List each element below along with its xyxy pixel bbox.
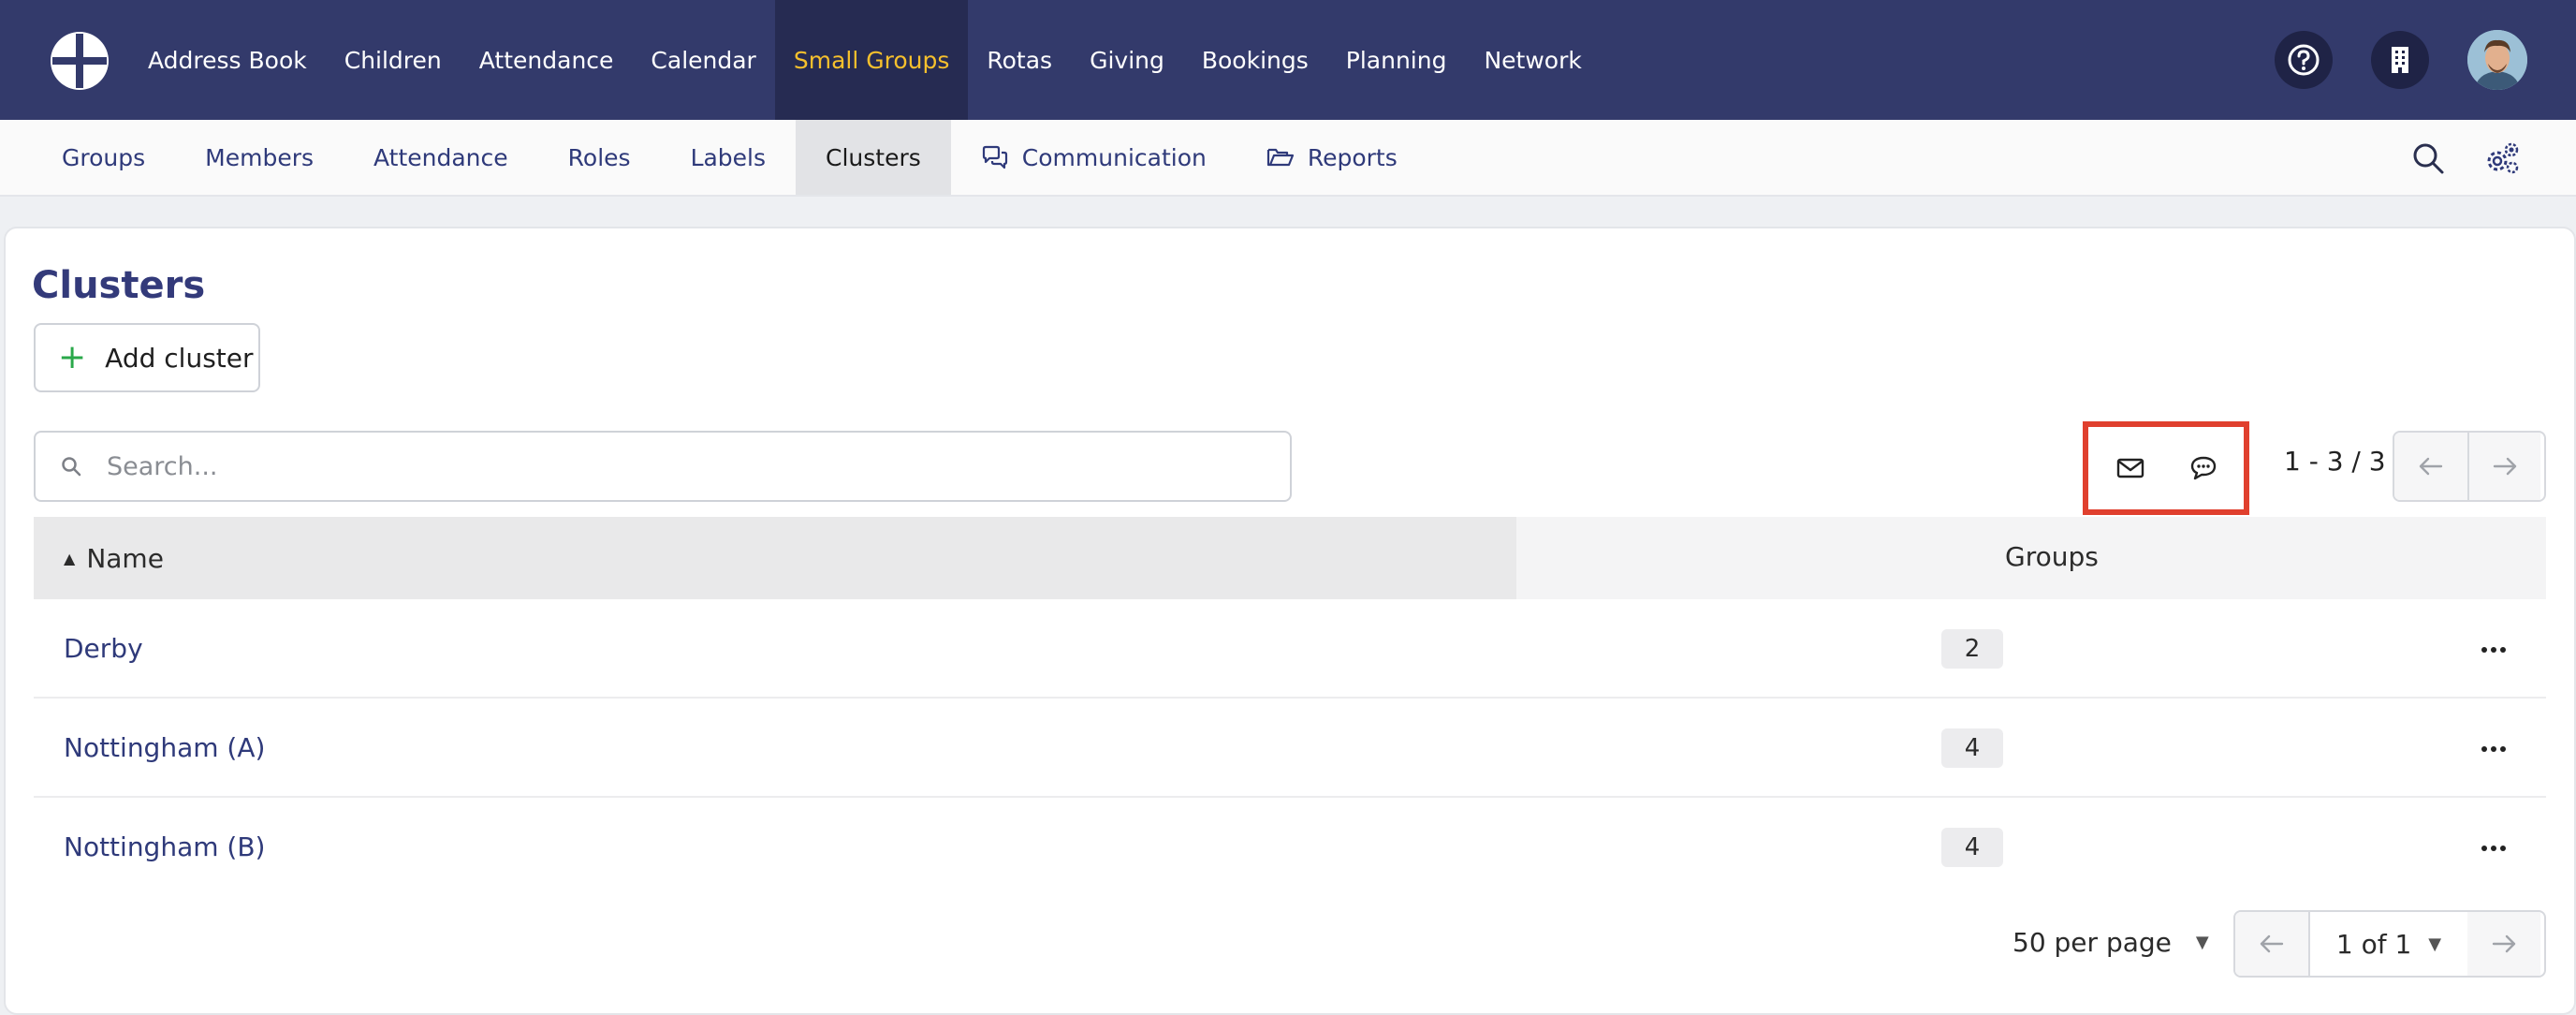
organisation-button[interactable] bbox=[2371, 31, 2429, 89]
nav-item-calendar[interactable]: Calendar bbox=[632, 0, 774, 120]
nav-item-bookings[interactable]: Bookings bbox=[1183, 0, 1327, 120]
row-actions-button[interactable] bbox=[2471, 627, 2516, 672]
settings-gears-icon bbox=[2487, 142, 2519, 174]
ellipsis-icon bbox=[2481, 746, 2506, 752]
sub-navigation-bar: Groups Members Attendance Roles Labels C… bbox=[0, 120, 2576, 197]
page-title: Clusters bbox=[32, 264, 206, 307]
next-page-button[interactable] bbox=[2467, 912, 2540, 976]
arrow-left-icon bbox=[2419, 457, 2443, 476]
nav-item-address-book[interactable]: Address Book bbox=[129, 0, 326, 120]
plus-icon: + bbox=[58, 338, 87, 376]
add-cluster-button[interactable]: + Add cluster bbox=[34, 323, 260, 392]
caret-down-icon: ▼ bbox=[2195, 933, 2209, 952]
table-row: Nottingham (A) 4 bbox=[34, 699, 2546, 798]
building-icon bbox=[2392, 47, 2408, 73]
nav-item-small-groups[interactable]: Small Groups bbox=[774, 0, 969, 120]
column-header-groups[interactable]: Groups bbox=[2005, 541, 2099, 572]
row-actions-button[interactable] bbox=[2471, 826, 2516, 871]
groups-count-badge: 2 bbox=[1941, 629, 2003, 669]
help-button[interactable] bbox=[2275, 31, 2333, 89]
search-input[interactable] bbox=[107, 451, 1230, 481]
bottom-pager: 1 of 1 ▼ bbox=[2233, 910, 2546, 978]
tab-reports-label: Reports bbox=[1307, 143, 1398, 171]
table-header: ▲ Name Groups bbox=[34, 517, 2546, 599]
tab-roles[interactable]: Roles bbox=[538, 120, 661, 195]
row-actions-button[interactable] bbox=[2471, 727, 2516, 772]
tab-communication[interactable]: Communication bbox=[951, 120, 1237, 195]
table-row: Nottingham (B) 4 bbox=[34, 798, 2546, 897]
cluster-name-link[interactable]: Nottingham (B) bbox=[64, 831, 265, 862]
nav-item-giving[interactable]: Giving bbox=[1071, 0, 1183, 120]
chat-bubble-icon bbox=[2190, 456, 2217, 480]
per-page-select[interactable]: 50 per page ▼ bbox=[2012, 927, 2209, 958]
groups-count-badge: 4 bbox=[1941, 828, 2003, 867]
ellipsis-icon bbox=[2481, 846, 2506, 851]
help-icon bbox=[2288, 44, 2320, 76]
cluster-name-link[interactable]: Derby bbox=[64, 633, 143, 664]
arrow-left-icon bbox=[2260, 934, 2284, 953]
sort-ascending-icon: ▲ bbox=[64, 549, 76, 567]
cluster-name-link[interactable]: Nottingham (A) bbox=[64, 732, 265, 763]
arrow-right-icon bbox=[2492, 934, 2516, 953]
caret-down-icon: ▼ bbox=[2428, 934, 2442, 954]
nav-item-rotas[interactable]: Rotas bbox=[968, 0, 1071, 120]
results-range: 1 - 3 / 3 bbox=[2284, 446, 2386, 477]
column-header-name[interactable]: ▲ Name bbox=[34, 517, 1516, 599]
arrow-right-icon bbox=[2493, 457, 2517, 476]
column-header-name-label: Name bbox=[86, 542, 164, 574]
tab-groups[interactable]: Groups bbox=[32, 120, 175, 195]
page-select-label: 1 of 1 bbox=[2335, 928, 2412, 960]
add-cluster-label: Add cluster bbox=[105, 342, 254, 374]
nav-item-network[interactable]: Network bbox=[1465, 0, 1600, 120]
tab-communication-label: Communication bbox=[1021, 143, 1207, 171]
table-row: Derby 2 bbox=[34, 599, 2546, 699]
sms-button[interactable] bbox=[2181, 446, 2226, 491]
email-button[interactable] bbox=[2108, 446, 2153, 491]
page-select[interactable]: 1 of 1 ▼ bbox=[2308, 912, 2467, 976]
top-pager bbox=[2393, 431, 2546, 502]
nav-item-children[interactable]: Children bbox=[326, 0, 461, 120]
tab-members[interactable]: Members bbox=[175, 120, 344, 195]
search-field[interactable] bbox=[34, 431, 1292, 502]
groups-count-badge: 4 bbox=[1941, 728, 2003, 768]
tab-clusters[interactable]: Clusters bbox=[796, 120, 951, 195]
envelope-icon bbox=[2116, 458, 2144, 478]
search-icon bbox=[2413, 143, 2444, 174]
main-nav: Address Book Children Attendance Calenda… bbox=[129, 0, 1601, 120]
tab-reports[interactable]: Reports bbox=[1237, 120, 1427, 195]
search-icon bbox=[62, 457, 81, 477]
top-navigation-bar: Address Book Children Attendance Calenda… bbox=[0, 0, 2576, 120]
ellipsis-icon bbox=[2481, 647, 2506, 653]
per-page-label: 50 per page bbox=[2012, 927, 2172, 958]
tab-labels[interactable]: Labels bbox=[661, 120, 796, 195]
next-page-button[interactable] bbox=[2467, 433, 2540, 500]
nav-item-planning[interactable]: Planning bbox=[1327, 0, 1466, 120]
logo-icon[interactable] bbox=[49, 30, 110, 92]
previous-page-button[interactable] bbox=[2235, 912, 2308, 976]
nav-item-attendance[interactable]: Attendance bbox=[461, 0, 633, 120]
avatar[interactable] bbox=[2467, 30, 2527, 90]
search-button[interactable] bbox=[2408, 139, 2448, 178]
settings-button[interactable] bbox=[2482, 139, 2522, 178]
tab-attendance[interactable]: Attendance bbox=[344, 120, 538, 195]
previous-page-button[interactable] bbox=[2394, 433, 2467, 500]
folder-open-icon bbox=[1266, 148, 1294, 167]
chat-bubbles-icon bbox=[982, 145, 1007, 169]
